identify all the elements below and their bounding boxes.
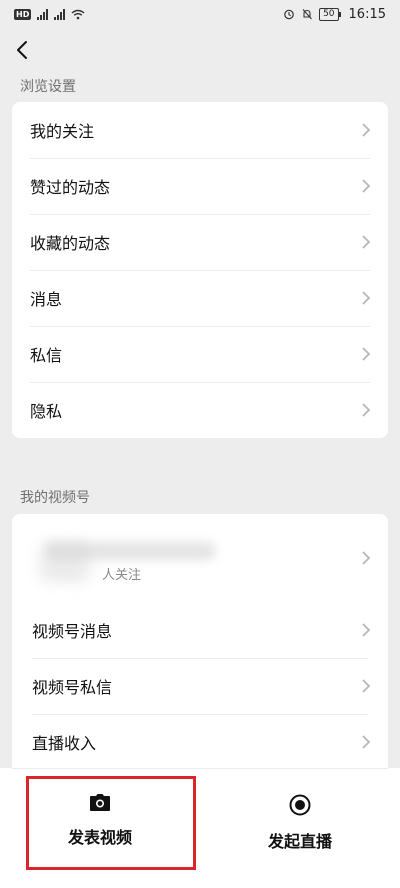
signal-icon xyxy=(37,8,49,20)
list-item-label: 直播收入 xyxy=(32,734,97,753)
wifi-icon xyxy=(71,9,85,19)
browse-section-label: 浏览设置 xyxy=(20,79,76,95)
status-left: HD xyxy=(14,8,85,20)
hd-badge: HD xyxy=(14,8,32,20)
chevron-right-icon xyxy=(362,347,371,361)
chevron-right-icon xyxy=(362,235,371,249)
bell-muted-icon xyxy=(302,9,312,20)
start-live-button[interactable]: 发起直播 xyxy=(200,768,400,888)
chevron-right-icon xyxy=(362,679,371,693)
chevron-right-icon xyxy=(362,179,371,193)
record-icon xyxy=(289,794,311,816)
list-item-label: 消息 xyxy=(30,290,63,309)
chevron-right-icon xyxy=(362,551,371,565)
status-bar: HD 50 16:15 xyxy=(0,0,400,28)
browse-settings-card: 我的关注 赞过的动态 收藏的动态 消息 私信 隐私 xyxy=(12,102,388,438)
list-item-messages[interactable]: 消息 xyxy=(12,270,388,326)
channels-section-label: 我的视频号 xyxy=(20,490,90,506)
back-button[interactable] xyxy=(8,36,36,64)
channel-name-blurred xyxy=(46,542,216,560)
list-item-label: 赞过的动态 xyxy=(30,178,111,197)
chevron-right-icon xyxy=(362,403,371,417)
start-live-label: 发起直播 xyxy=(267,832,332,851)
list-item-label: 收藏的动态 xyxy=(30,234,111,253)
chevron-right-icon xyxy=(362,623,371,637)
battery-icon: 50 xyxy=(319,7,342,21)
list-item-private-messages[interactable]: 私信 xyxy=(12,326,388,382)
chevron-right-icon xyxy=(362,291,371,305)
channel-profile-row[interactable]: 人关注 xyxy=(12,514,388,602)
alarm-icon xyxy=(284,9,294,20)
list-item-liked-posts[interactable]: 赞过的动态 xyxy=(12,158,388,214)
chevron-right-icon xyxy=(362,735,371,749)
divider xyxy=(12,768,388,769)
highlight-annotation-box xyxy=(26,776,196,870)
list-item-live-income[interactable]: 直播收入 xyxy=(12,714,388,770)
chevron-left-icon xyxy=(17,41,27,59)
status-time: 16:15 xyxy=(348,6,386,22)
chevron-right-icon xyxy=(362,123,371,137)
followers-count: 人关注 xyxy=(102,568,142,583)
list-item-privacy[interactable]: 隐私 xyxy=(12,382,388,438)
list-item-my-follows[interactable]: 我的关注 xyxy=(12,102,388,158)
status-right: 50 16:15 xyxy=(283,7,386,22)
list-item-saved-posts[interactable]: 收藏的动态 xyxy=(12,214,388,270)
signal-icon xyxy=(54,8,66,20)
list-item-label: 私信 xyxy=(30,346,63,365)
list-item-channel-private-messages[interactable]: 视频号私信 xyxy=(12,658,388,714)
list-item-label: 我的关注 xyxy=(30,122,95,141)
screen: HD 50 16:15 浏览设置 我的关注 赞过的动态 收藏的动态 消息 私信 … xyxy=(0,0,400,888)
list-item-label: 隐私 xyxy=(30,402,63,421)
list-item-label: 视频号消息 xyxy=(32,622,113,641)
list-item-channel-messages[interactable]: 视频号消息 xyxy=(12,602,388,658)
channels-card: 人关注 视频号消息 视频号私信 直播收入 xyxy=(12,514,388,774)
list-item-label: 视频号私信 xyxy=(32,678,113,697)
